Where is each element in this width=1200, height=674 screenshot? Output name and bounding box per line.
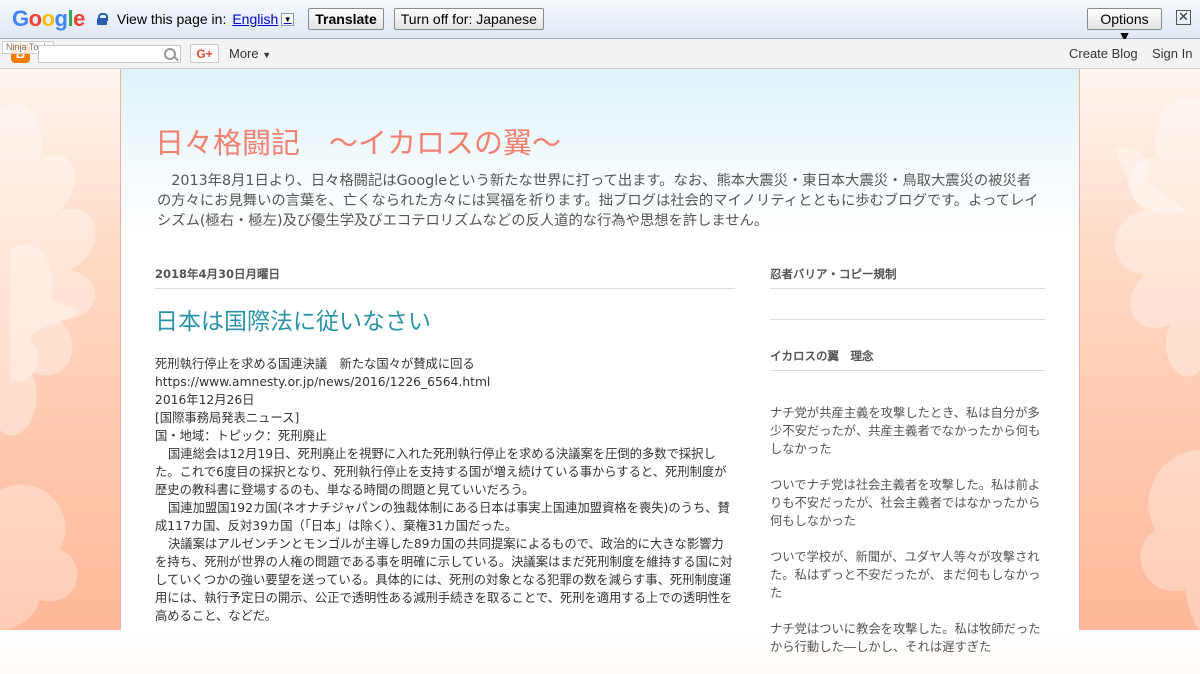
post-line: 2016年12月26日 <box>155 393 255 407</box>
language-value: English <box>232 11 279 27</box>
lock-icon <box>96 13 108 25</box>
dropdown-arrow-icon: ▼ <box>281 12 295 26</box>
sidebar-paragraph: ついで学校が、新聞が、ユダヤ人等々が攻撃された。私はずっと不安だったが、まだ何も… <box>770 550 1041 600</box>
post-paragraph: 国連総会は12月19日、死刑廃止を視野に入れた死刑執行停止を求める決議案を圧倒的… <box>155 447 727 497</box>
background-bird-silhouette-right <box>1075 70 1200 630</box>
search-icon[interactable] <box>164 48 176 60</box>
post-line: 国・地域：トピック：死刑廃止 <box>155 429 328 443</box>
more-menu[interactable]: More ▼ <box>229 46 271 61</box>
post-title[interactable]: 日本は国際法に従いなさい <box>155 302 431 336</box>
sidebar-widget-title: 忍者バリア・コピー規制 <box>770 267 897 281</box>
sidebar-philosophy-text: ナチ党が共産主義を攻撃したとき、私は自分が多少不安だったが、共産主義者でなかった… <box>770 404 1046 674</box>
translate-bar: Google View this page in: English ▼ Tran… <box>0 0 1200 44</box>
sidebar-divider <box>770 319 1045 320</box>
post-source-link[interactable]: https://www.amnesty.or.jp/news/2016/1226… <box>155 373 736 391</box>
sidebar-paragraph: ナチ党が共産主義を攻撃したとき、私は自分が多少不安だったが、共産主義者でなかった… <box>770 406 1041 456</box>
post-paragraph: 決議案はアルゼンチンとモンゴルが主導した89カ国の共同提案によるもので、政治的に… <box>155 537 733 623</box>
view-page-label: View this page in: <box>116 11 227 27</box>
close-icon[interactable]: ✕ <box>1176 10 1191 25</box>
post-date: 2018年4月30日月曜日 <box>155 267 281 281</box>
google-logo: Google <box>12 6 85 31</box>
post-paragraph: 国連加盟国192カ国(ネオナチジャパンの独裁体制にある日本は事実上国連加盟資格を… <box>155 501 730 533</box>
sign-in-link[interactable]: Sign In <box>1152 46 1192 61</box>
translate-button[interactable]: Translate <box>308 8 384 30</box>
blog-title[interactable]: 日々格闘記 ～イカロスの翼～ <box>155 120 561 162</box>
sidebar-widget-title: イカロスの翼 理念 <box>770 349 874 363</box>
search-input[interactable] <box>38 45 181 63</box>
chevron-down-icon: ▼ <box>262 50 272 60</box>
language-select[interactable]: English ▼ <box>232 11 295 27</box>
sidebar-paragraph: ついでナチ党は社会主義者を攻撃した。私は前よりも不安だったが、社会主義者ではなか… <box>770 478 1041 528</box>
sidebar-paragraph: ナチ党はついに教会を攻撃した。私は牧師だったから行動した―しかし、それは遅すぎた <box>770 622 1041 654</box>
post-body: 死刑執行停止を求める国連決議 新たな国々が賛成に回る https://www.a… <box>155 355 736 625</box>
sidebar-divider <box>770 370 1045 371</box>
google-plus-button[interactable]: G+ <box>190 44 219 63</box>
create-blog-link[interactable]: Create Blog <box>1069 46 1138 61</box>
turn-off-button[interactable]: Turn off for: Japanese <box>393 8 544 30</box>
blog-description: 2013年8月1日より、日々格闘記はGoogleという新たな世界に打って出ます。… <box>157 173 1039 229</box>
post-line: [国際事務局発表ニュース] <box>155 411 300 425</box>
sidebar-divider <box>770 288 1045 289</box>
date-divider <box>155 288 735 289</box>
blogger-navbar: Ninja Tools G+ More ▼ Create Blog Sign I… <box>0 39 1200 69</box>
background-bird-silhouette-left <box>0 70 125 630</box>
options-button[interactable]: Options ▼ <box>1087 8 1162 44</box>
post-line: 死刑執行停止を求める国連決議 新たな国々が賛成に回る <box>155 357 475 371</box>
more-label: More <box>229 46 259 61</box>
